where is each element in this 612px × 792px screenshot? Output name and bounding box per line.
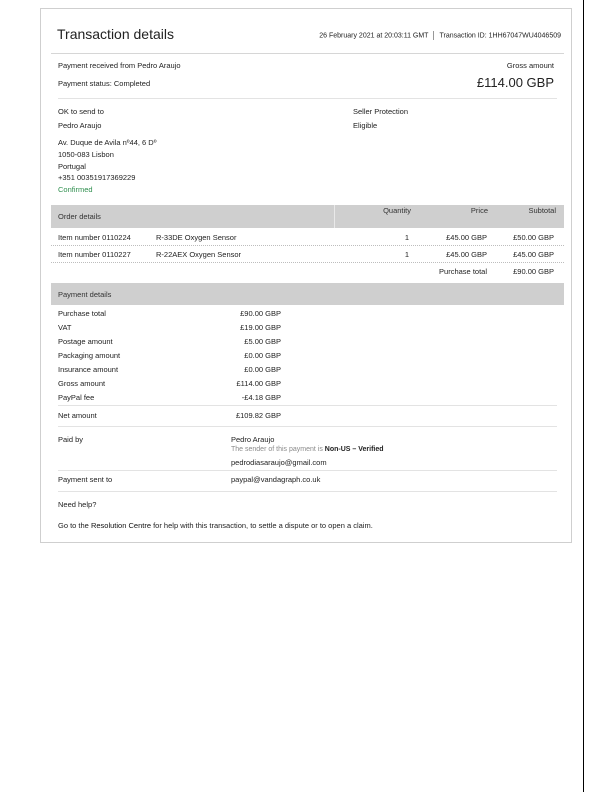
recipient-name: Pedro Araujo <box>58 121 102 130</box>
gross-amount-label: Gross amount <box>506 61 554 70</box>
resolution-centre-link[interactable]: Resolution Centre <box>91 521 151 530</box>
payment-sent-to-label: Payment sent to <box>58 475 113 484</box>
net-amount-label: Net amount <box>58 411 97 420</box>
address-line: Portugal <box>58 162 86 171</box>
divider <box>58 470 557 471</box>
divider <box>334 205 335 228</box>
item-quantity: 1 <box>404 233 409 242</box>
payment-row-label: Postage amount <box>58 337 113 346</box>
divider <box>58 98 557 99</box>
payment-row-label: Purchase total <box>58 309 106 318</box>
payment-status: Payment status: Completed <box>58 79 150 88</box>
payer-verification: The sender of this payment is Non-US – V… <box>231 446 384 453</box>
transaction-meta: 26 February 2021 at 20:03:11 GMT Transact… <box>319 31 561 40</box>
seller-protection-value: Eligible <box>353 121 378 130</box>
address-status: Confirmed <box>58 185 93 194</box>
column-quantity: Quantity <box>383 206 411 215</box>
divider <box>51 53 564 54</box>
payment-row-label: Insurance amount <box>58 365 119 374</box>
divider <box>433 31 435 40</box>
payment-status-label: Payment status: <box>58 79 112 88</box>
item-subtotal: £45.00 GBP <box>513 250 554 259</box>
payment-row-value: £114.00 GBP <box>236 379 281 388</box>
page-edge-line <box>583 0 584 792</box>
payment-row-value: £0.00 GBP <box>244 351 281 360</box>
order-details-header: Order details Quantity Price Subtotal <box>51 205 564 228</box>
payment-row-value: £90.00 GBP <box>240 309 281 318</box>
ok-to-send-label: OK to send to <box>58 107 104 116</box>
payment-row-label: VAT <box>58 323 72 332</box>
item-price: £45.00 GBP <box>446 250 487 259</box>
item-price: £45.00 GBP <box>446 233 487 242</box>
transaction-id: Transaction ID: 1HH67047WU4046509 <box>439 32 561 40</box>
page-title: Transaction details <box>57 26 174 42</box>
address-line: 1050-083 Lisbon <box>58 150 114 159</box>
column-subtotal: Subtotal <box>528 206 556 215</box>
transaction-datetime: 26 February 2021 at 20:03:11 GMT <box>319 32 429 40</box>
divider <box>58 405 557 406</box>
payment-row-label: Gross amount <box>58 379 106 388</box>
gross-amount-value: £114.00 GBP <box>476 75 554 90</box>
payment-status-value: Completed <box>113 79 151 88</box>
item-number: Item number 0110227 <box>58 250 131 259</box>
divider <box>58 491 557 492</box>
help-text-suffix: for help with this transaction, to settl… <box>153 521 373 530</box>
recipient-email: paypal@vandagraph.co.uk <box>231 475 321 484</box>
payment-row-value: £0.00 GBP <box>244 365 281 374</box>
payment-details-title: Payment details <box>58 290 112 299</box>
verification-prefix: The sender of this payment is <box>231 446 323 453</box>
need-help-title: Need help? <box>58 500 97 509</box>
net-amount-value: £109.82 GBP <box>235 411 281 420</box>
paid-by-label: Paid by <box>58 435 84 444</box>
help-text-prefix: Go to the <box>58 521 89 530</box>
divider <box>51 262 564 263</box>
payment-row-value: £5.00 GBP <box>244 337 281 346</box>
payment-row-value: -£4.18 GBP <box>241 393 281 402</box>
seller-protection-label: Seller Protection <box>353 107 409 116</box>
received-from: Payment received from Pedro Araujo <box>58 61 181 70</box>
phone-number: +351 00351917369229 <box>58 173 136 182</box>
item-number: Item number 0110224 <box>58 233 131 242</box>
payer-email: pedrodiasaraujo@gmail.com <box>231 458 327 467</box>
purchase-total-value: £90.00 GBP <box>513 267 554 276</box>
transaction-card: Transaction details 26 February 2021 at … <box>40 8 572 543</box>
payer-name: Pedro Araujo <box>231 435 275 444</box>
divider <box>51 245 564 246</box>
address-line: Av. Duque de Avila nº44, 6 Dº <box>58 138 157 147</box>
payment-row-value: £19.00 GBP <box>240 323 281 332</box>
order-details-title: Order details <box>58 212 101 221</box>
item-subtotal: £50.00 GBP <box>513 233 554 242</box>
column-price: Price <box>470 206 488 215</box>
item-description: R-33DE Oxygen Sensor <box>156 233 237 242</box>
item-quantity: 1 <box>404 250 409 259</box>
purchase-total-label: Purchase total <box>439 267 487 276</box>
divider <box>58 426 557 427</box>
help-text: Go to the Resolution Centre for help wit… <box>58 521 373 530</box>
payment-details-header: Payment details <box>51 283 564 305</box>
payment-row-label: Packaging amount <box>58 351 121 360</box>
item-description: R-22AEX Oxygen Sensor <box>156 250 242 259</box>
verification-status: Non-US – Verified <box>324 446 384 453</box>
payment-row-label: PayPal fee <box>58 393 95 402</box>
